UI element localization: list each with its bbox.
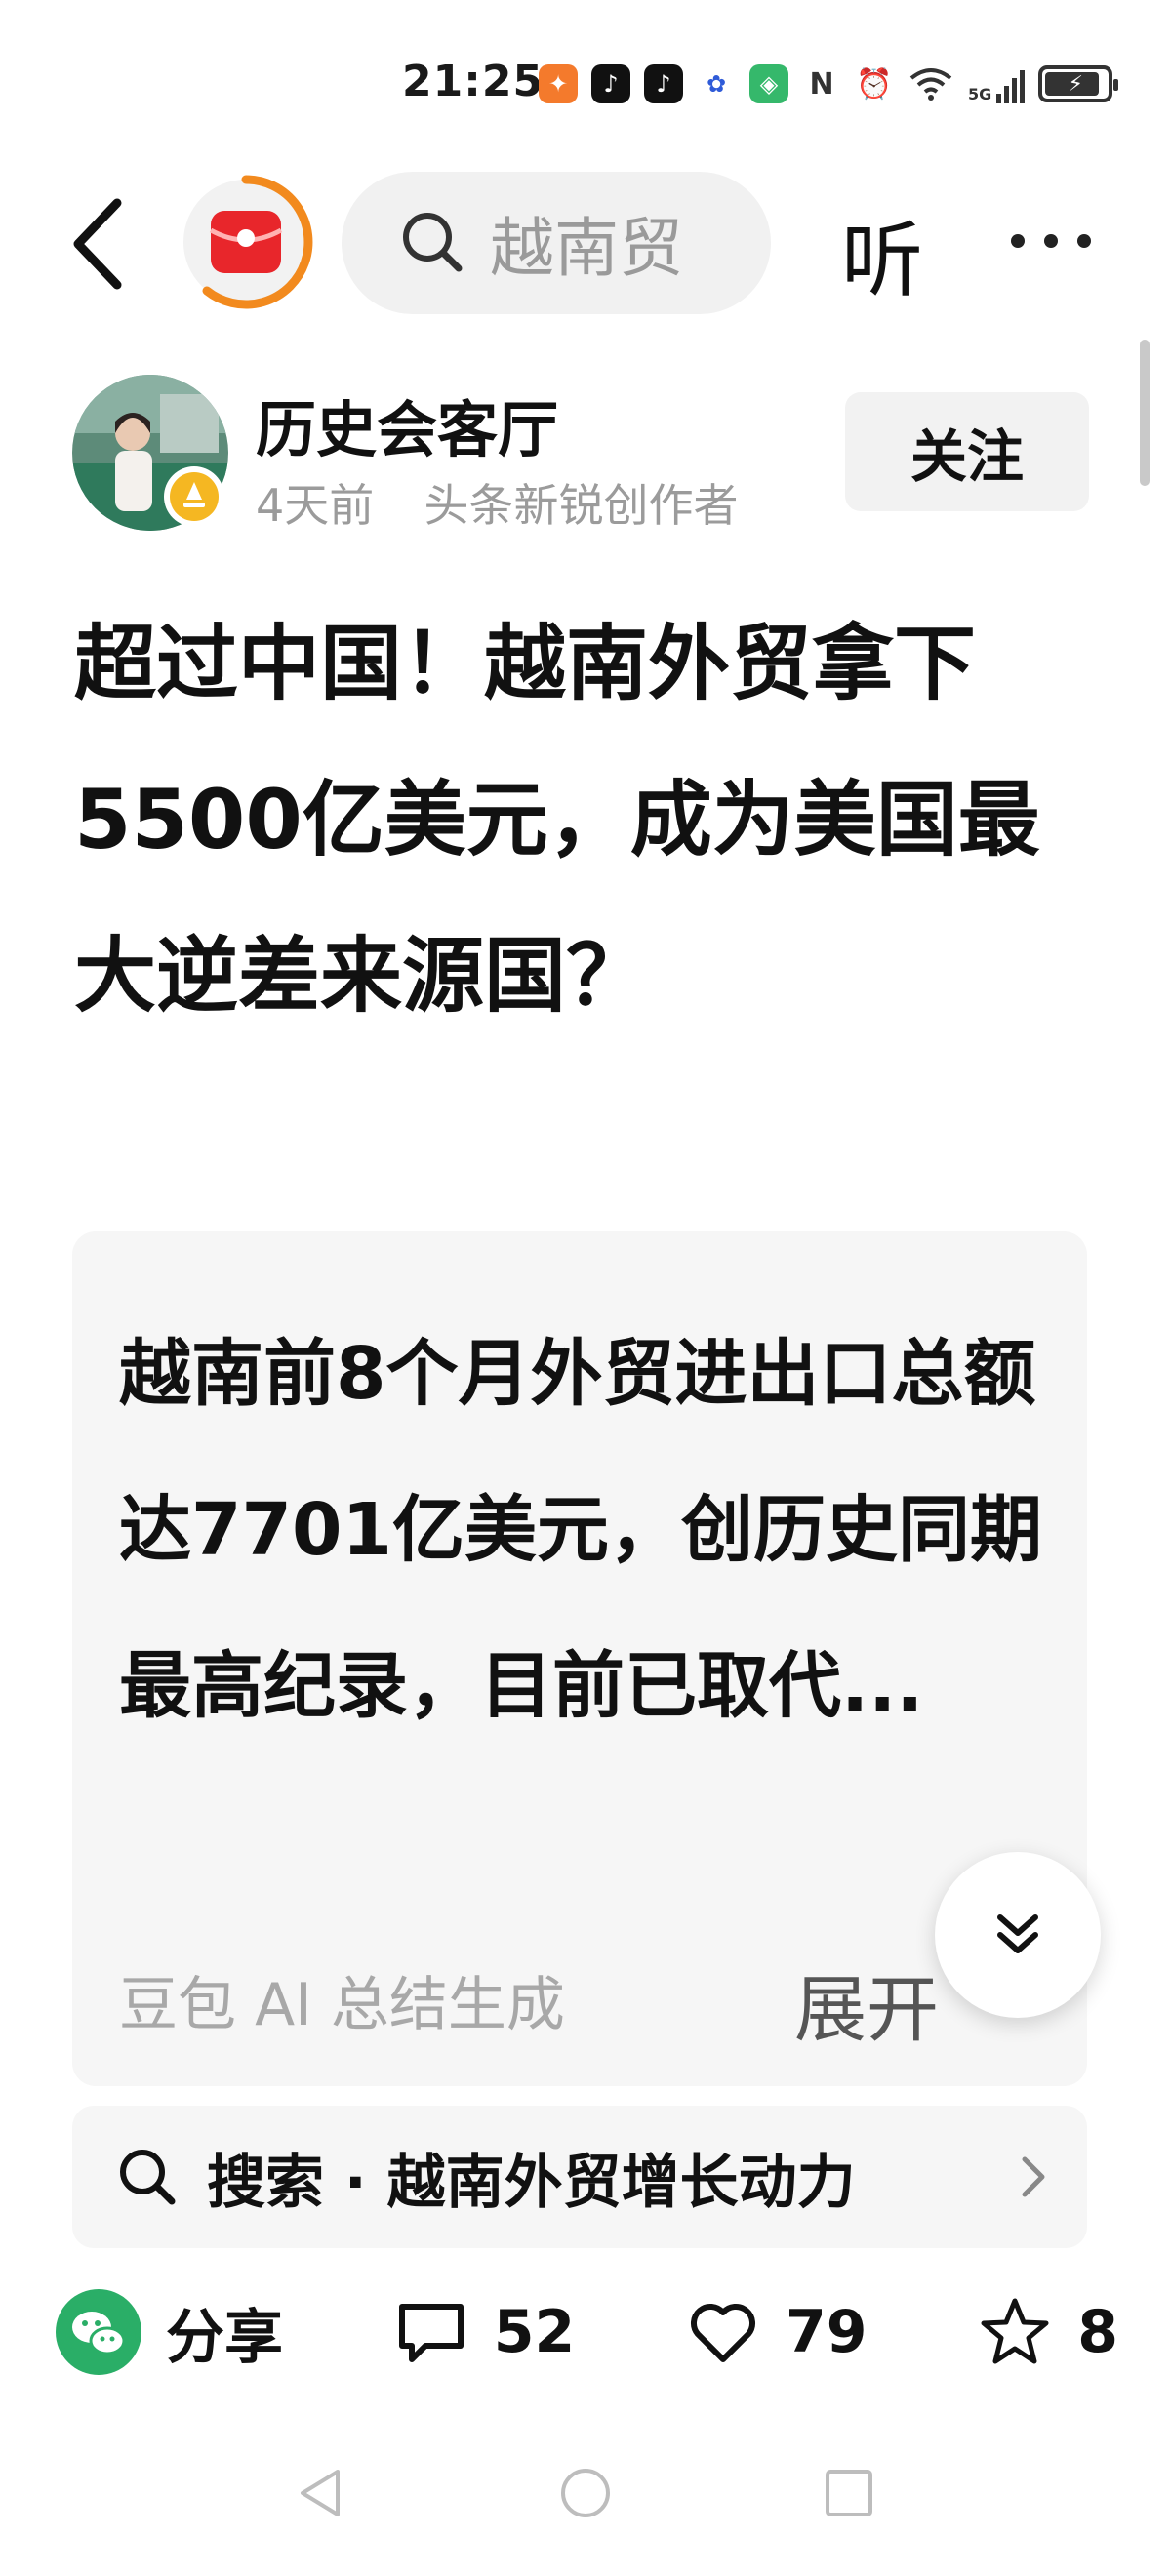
app-green-icon: ◈ [749,64,788,103]
baidu-icon: ✿ [697,64,736,103]
battery-icon: ⚡ [1038,65,1119,102]
wechat-icon [56,2289,141,2375]
author-meta: 4天前 头条新锐创作者 [256,470,739,535]
author-badge-text: 头条新锐创作者 [424,479,739,532]
related-search-text: 搜索 · 越南外贸增长动力 [207,2148,856,2217]
double-chevron-down-icon [997,1914,1038,1953]
back-arrow-icon [73,198,122,290]
more-dot-icon [1044,234,1058,248]
action-bar: 分享 52 79 8 [55,2283,1118,2381]
share-button[interactable]: 分享 [55,2288,283,2376]
more-dot-icon [1077,234,1091,248]
system-nav-bar [0,2439,1171,2547]
scroll-down-button[interactable] [935,1852,1101,2018]
expand-button[interactable]: 展开 [794,1952,939,2056]
search-box[interactable]: 越南贸 [342,172,771,314]
creator-badge-icon [164,466,224,527]
search-icon [403,213,463,272]
nav-back-icon[interactable] [293,2464,351,2522]
related-search-bar[interactable]: 搜索 · 越南外贸增长动力 [72,2106,1087,2248]
scrollbar[interactable] [1140,340,1150,486]
search-icon [120,2150,176,2205]
wifi-icon [908,64,954,103]
favorite-count: 8 [1077,2298,1118,2366]
heart-icon [691,2304,755,2362]
back-button[interactable] [59,195,137,293]
comment-count: 52 [493,2298,576,2366]
favorite-button[interactable]: 8 [976,2293,1118,2371]
alarm-icon: ⏰ [855,64,894,103]
post-time: 4天前 [256,479,375,532]
star-icon [981,2298,1049,2364]
ai-summary-source: 豆包 AI 总结生成 [119,1971,565,2039]
tiktok-lite-icon: ♪ [644,64,683,103]
app-notification-icon: ✦ [539,64,578,103]
article-title: 超过中国！越南外贸拿下5500亿美元，成为美国最大逆差来源国？ [74,616,1040,1024]
share-label: 分享 [166,2303,283,2372]
status-icons: ✦ ♪ ♪ ✿ ◈ N ⏰ 5G ⚡ [539,57,1119,111]
more-dot-icon [1011,234,1025,248]
nav-recents-icon[interactable] [820,2464,878,2522]
listen-button[interactable]: 听 [841,195,923,313]
like-button[interactable]: 79 [684,2293,868,2371]
chevron-right-icon [1022,2156,1045,2197]
ai-summary-text: 越南前8个月外贸进出口总额达7701亿美元，创历史同期最高纪录，目前已取代... [119,1332,1042,1728]
status-time: 21:25 [402,57,545,106]
more-options-button[interactable] [1011,217,1128,265]
follow-button[interactable]: 关注 [845,392,1089,511]
comment-icon [398,2304,464,2362]
app-logo-button[interactable] [178,174,314,310]
author-name[interactable]: 历史会客厅 [256,381,558,468]
red-packet-logo-icon [183,175,313,309]
tiktok-icon: ♪ [591,64,630,103]
like-count: 79 [786,2298,868,2366]
nfc-icon: N [802,64,841,103]
network-type: 5G [968,85,992,103]
comment-button[interactable]: 52 [392,2293,576,2371]
nav-home-icon[interactable] [556,2464,615,2522]
search-text: 越南贸 [490,211,683,286]
signal-icon: 5G [968,64,1026,103]
